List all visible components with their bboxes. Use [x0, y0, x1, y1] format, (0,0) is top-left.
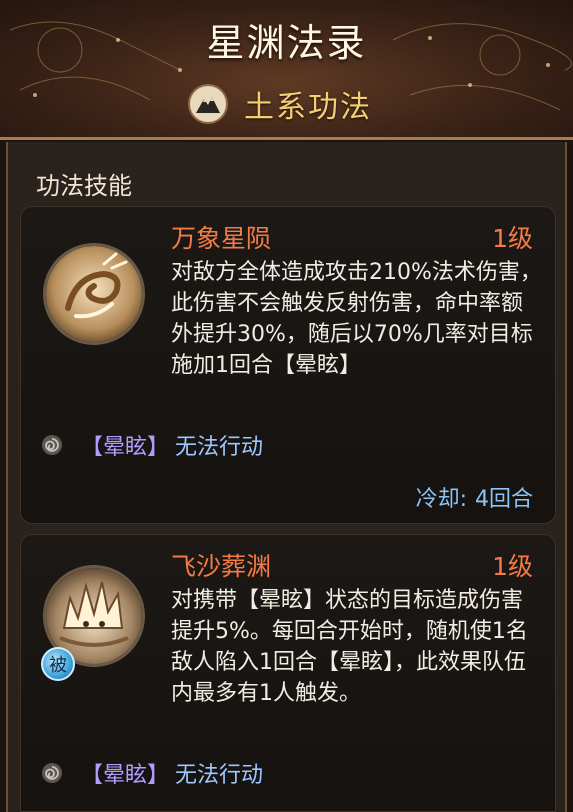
cooldown-label: 冷却:	[415, 487, 467, 512]
effect-text: 无法行动	[175, 763, 264, 788]
meteor-swirl-icon	[43, 243, 145, 345]
header-banner: 星渊法录 土系功法	[0, 0, 573, 140]
swirl-icon	[42, 435, 62, 455]
mountain-icon	[188, 84, 228, 124]
passive-badge: 被	[41, 647, 75, 681]
effect-text: 无法行动	[175, 435, 264, 460]
skill-description: 对敌方全体造成攻击210%法术伤害，此伤害不会触发反射伤害，命中率额外提升30%…	[171, 260, 542, 378]
element-subtitle: 土系功法	[244, 90, 372, 125]
status-effect-row[interactable]: 【晕眩】 无法行动	[41, 429, 263, 461]
skill-level: 1级	[492, 224, 533, 253]
swirl-icon	[42, 763, 62, 783]
skill-card[interactable]: 万象星陨 1级 对敌方全体造成攻击210%法术伤害，此伤害不会触发反射伤害，命中…	[20, 206, 556, 524]
cooldown-value: 4回合	[475, 487, 533, 512]
effect-tag: 【晕眩】	[81, 435, 170, 460]
skill-level: 1级	[492, 552, 533, 581]
skill-name: 飞沙葬渊	[171, 552, 272, 581]
element-row: 土系功法	[188, 84, 372, 125]
section-title: 功法技能	[36, 172, 132, 200]
page-title: 星渊法录	[206, 21, 367, 65]
skill-card[interactable]: 被 飞沙葬渊 1级 对携带【晕眩】状态的目标造成伤害提升5%。每回合开始时，随机…	[20, 534, 556, 812]
skill-description: 对携带【晕眩】状态的目标造成伤害提升5%。每回合开始时，随机使1名敌人陷入1回合…	[171, 588, 528, 706]
status-effect-row[interactable]: 【晕眩】 无法行动	[41, 757, 263, 789]
cooldown-info: 冷却: 4回合	[416, 481, 533, 513]
skill-name: 万象星陨	[171, 224, 272, 253]
effect-tag: 【晕眩】	[81, 763, 170, 788]
